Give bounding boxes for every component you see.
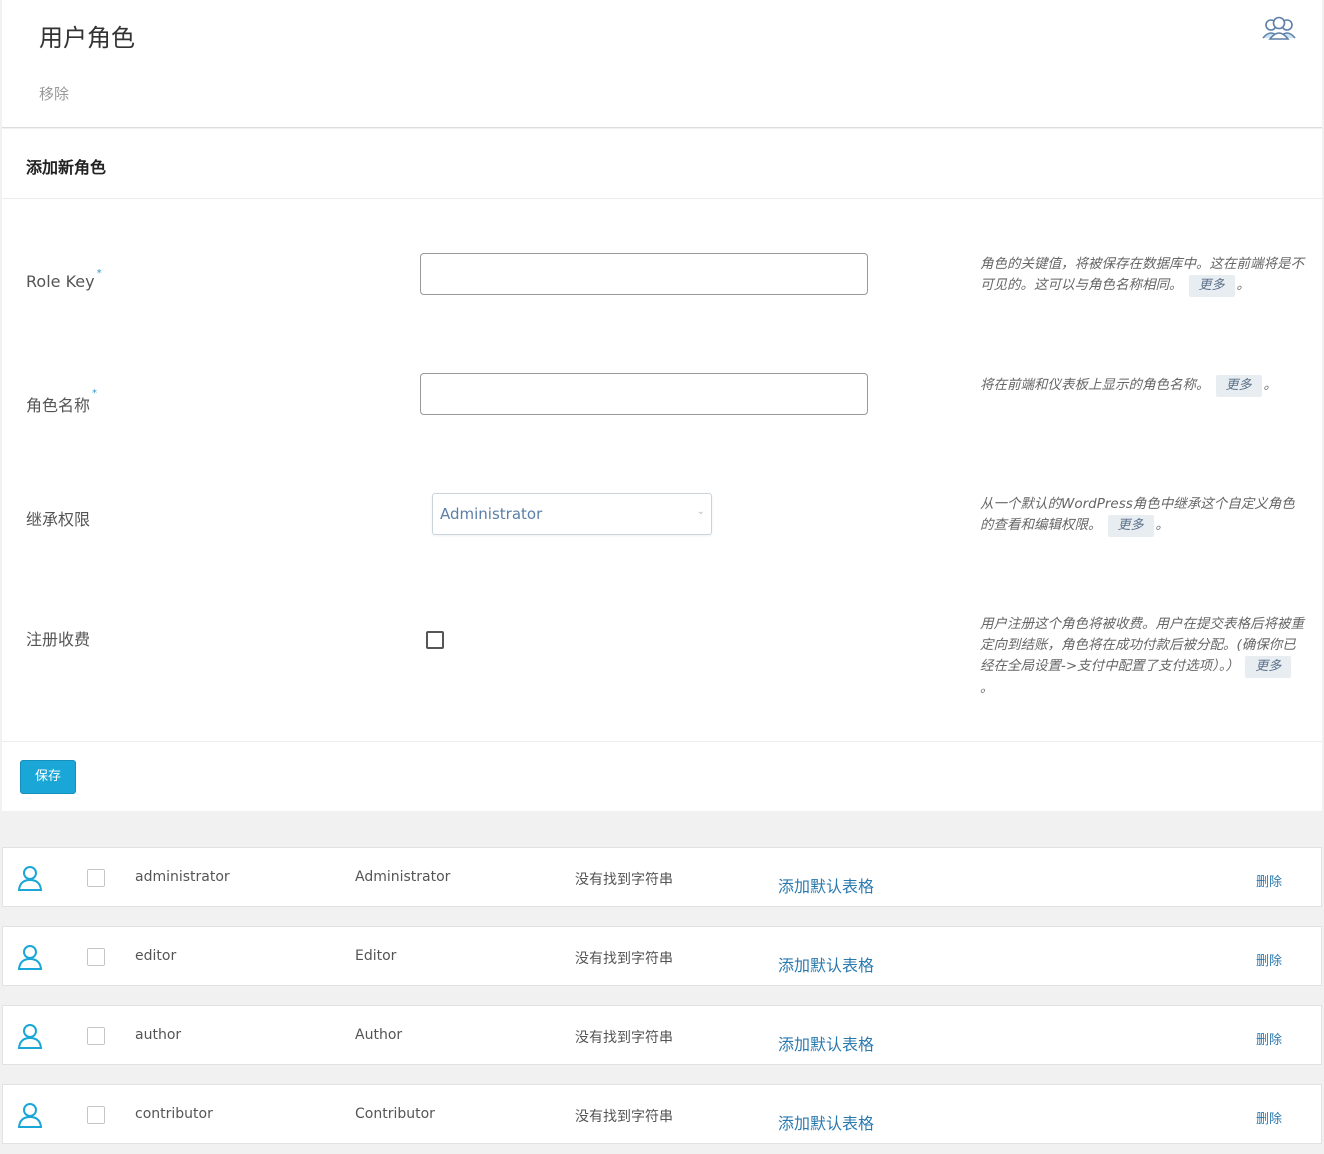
delete-link[interactable]: 删除 [1256, 871, 1282, 890]
user-icon [17, 945, 43, 970]
paid-registration-checkbox[interactable] [426, 631, 444, 649]
delete-link[interactable]: 删除 [1256, 950, 1282, 969]
role-name-input[interactable] [420, 373, 868, 415]
delete-link[interactable]: 删除 [1256, 1108, 1282, 1127]
user-icon [17, 866, 43, 891]
role-key: editor [135, 948, 177, 964]
table-row: author Author 没有找到字符串 添加默认表格 删除 [2, 1005, 1322, 1065]
more-link[interactable]: 更多 [1245, 656, 1292, 678]
role-status: 没有找到字符串 [575, 872, 673, 888]
users-icon [1262, 16, 1296, 40]
add-default-form-link[interactable]: 添加默认表格 [778, 873, 874, 897]
add-role-form: 添加新角色 Role Key * 角色的关键值，将被保存在数据库中。这在前端将是不… [2, 129, 1322, 811]
add-default-form-link[interactable]: 添加默认表格 [778, 1110, 874, 1134]
role-key-label: Role Key * [26, 268, 102, 291]
remove-link[interactable]: 移除 [39, 83, 69, 104]
more-link[interactable]: 更多 [1215, 375, 1262, 397]
role-name: Administrator [355, 869, 451, 885]
table-row: editor Editor 没有找到字符串 添加默认表格 删除 [2, 926, 1322, 986]
inherit-select[interactable]: Administrator ⌄ [432, 493, 712, 535]
role-name: Author [355, 1027, 403, 1043]
row-checkbox[interactable] [87, 948, 105, 966]
required-mark: * [96, 268, 102, 279]
table-row: contributor Contributor 没有找到字符串 添加默认表格 删… [2, 1084, 1322, 1144]
more-link[interactable]: 更多 [1188, 275, 1235, 297]
role-name-help: 将在前端和仪表板上显示的角色名称。 更多。 [980, 375, 1306, 397]
role-key: author [135, 1027, 182, 1043]
role-key-input[interactable] [420, 253, 868, 295]
add-default-form-link[interactable]: 添加默认表格 [778, 952, 874, 976]
role-key: administrator [135, 869, 230, 885]
divider [2, 198, 1322, 199]
inherit-label: 继承权限 [26, 510, 91, 529]
more-link[interactable]: 更多 [1107, 515, 1154, 537]
paid-registration-help: 用户注册这个角色将被收费。用户在提交表格后将被重定向到结账，角色将在成功付款后被… [980, 614, 1306, 699]
chevron-down-icon: ⌄ [696, 506, 705, 517]
role-key-label-text: Role Key [26, 272, 95, 291]
row-checkbox[interactable] [87, 869, 105, 887]
role-status: 没有找到字符串 [575, 1109, 673, 1125]
add-default-form-link[interactable]: 添加默认表格 [778, 1031, 874, 1055]
role-name: Editor [355, 948, 397, 964]
help-suffix: 。 [1263, 377, 1278, 393]
divider [2, 741, 1322, 742]
row-checkbox[interactable] [87, 1027, 105, 1045]
page-title: 用户角色 [39, 24, 135, 52]
inherit-help: 从一个默认的WordPress角色中继承这个自定义角色的查看和编辑权限。 更多。 [980, 494, 1306, 537]
delete-link[interactable]: 删除 [1256, 1029, 1282, 1048]
help-suffix: 。 [1236, 277, 1251, 293]
inherit-select-value: Administrator [440, 505, 543, 523]
user-icon [17, 1103, 43, 1128]
role-key: contributor [135, 1106, 213, 1122]
paid-registration-label: 注册收费 [26, 630, 91, 649]
required-mark: * [92, 388, 98, 399]
role-key-help: 角色的关键值，将被保存在数据库中。这在前端将是不可见的。这可以与角色名称相同。更… [980, 254, 1306, 297]
role-name: Contributor [355, 1106, 435, 1122]
table-row: administrator Administrator 没有找到字符串 添加默认… [2, 847, 1322, 907]
role-key-help-text: 角色的关键值，将被保存在数据库中。这在前端将是不可见的。这可以与角色名称相同。 [980, 256, 1304, 293]
role-status: 没有找到字符串 [575, 1030, 673, 1046]
page-header: 用户角色 移除 [2, 0, 1322, 128]
user-icon [17, 1024, 43, 1049]
row-checkbox[interactable] [87, 1106, 105, 1124]
help-suffix: 。 [1155, 517, 1170, 533]
role-name-label-text: 角色名称 [26, 396, 91, 415]
role-name-help-text: 将在前端和仪表板上显示的角色名称。 [980, 377, 1210, 393]
help-suffix: 。 [980, 680, 994, 696]
role-status: 没有找到字符串 [575, 951, 673, 967]
save-button[interactable]: 保存 [20, 760, 76, 794]
section-title: 添加新角色 [26, 158, 107, 177]
role-name-label: 角色名称* [26, 388, 97, 416]
